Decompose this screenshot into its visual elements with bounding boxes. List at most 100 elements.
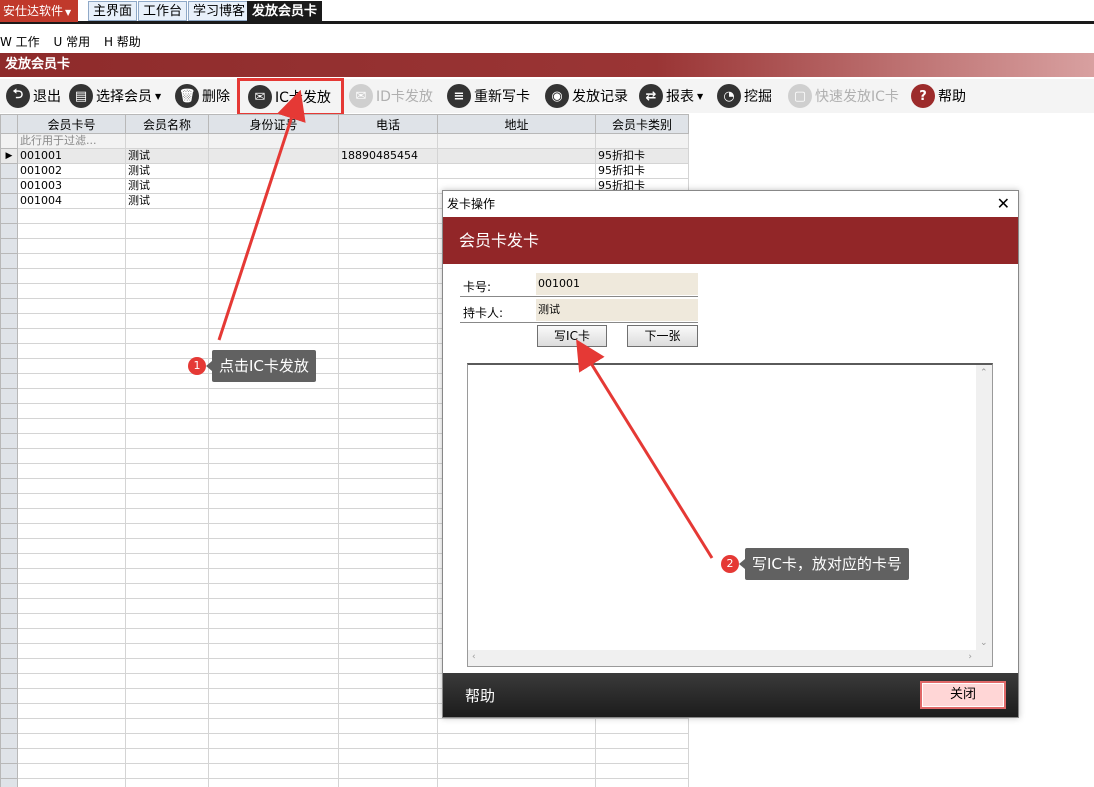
table-cell (17, 613, 126, 629)
table-cell[interactable] (338, 193, 438, 209)
filter-cell[interactable] (125, 133, 209, 149)
document-icon: ▤ (69, 84, 93, 108)
next-card-button[interactable]: 下一张 (627, 325, 698, 347)
row-header (0, 253, 18, 269)
id-card-issue-button[interactable]: ✉ ID卡发放 (349, 82, 433, 110)
ic-card-issue-button[interactable]: ✉ IC卡发放 (237, 78, 344, 116)
table-cell (208, 313, 339, 329)
tab-home[interactable]: 主界面 (88, 1, 138, 21)
table-cell (125, 763, 209, 779)
help-label: 帮助 (938, 89, 966, 105)
table-cell (208, 568, 339, 584)
table-cell[interactable]: 001004 (17, 193, 126, 209)
close-icon[interactable]: ✕ (997, 193, 1010, 215)
table-cell[interactable] (437, 163, 596, 179)
empty-row (0, 763, 689, 779)
table-cell[interactable] (208, 178, 339, 194)
issue-log-button[interactable]: ◉ 发放记录 (545, 82, 628, 110)
tab-workbench[interactable]: 工作台 (138, 1, 188, 21)
tab-issue-card[interactable]: 发放会员卡 (247, 1, 323, 23)
row-header (0, 583, 18, 599)
filter-cell[interactable] (595, 133, 689, 149)
filter-cell[interactable] (208, 133, 339, 149)
filter-row[interactable]: 此行用于过滤... (0, 133, 689, 149)
column-header[interactable]: 电话 (338, 114, 438, 134)
rewrite-card-button[interactable]: ≡ 重新写卡 (447, 82, 530, 110)
table-cell (125, 778, 209, 787)
table-cell (17, 388, 126, 404)
holder-field[interactable]: 测试 (536, 299, 698, 321)
table-row[interactable]: ▶ 001001 测试 18890485454 95折扣卡 (0, 148, 689, 164)
mail-icon: ✉ (349, 84, 373, 108)
row-header (0, 703, 18, 719)
table-cell[interactable] (208, 148, 339, 164)
menu-work[interactable]: W 工作 (0, 35, 40, 49)
scroll-left-icon[interactable]: ‹ (472, 652, 476, 662)
column-header[interactable]: 身份证号 (208, 114, 339, 134)
table-cell[interactable]: 测试 (125, 163, 209, 179)
table-cell[interactable]: 001003 (17, 178, 126, 194)
table-cell[interactable]: 95折扣卡 (595, 148, 689, 164)
help-button[interactable]: ? 帮助 (911, 82, 966, 110)
write-ic-card-button[interactable]: 写IC卡 (537, 325, 607, 347)
table-cell (125, 628, 209, 644)
table-cell (17, 208, 126, 224)
horizontal-scrollbar[interactable]: ‹ › (468, 650, 976, 666)
column-header[interactable]: 会员名称 (125, 114, 209, 134)
table-cell[interactable]: 测试 (125, 178, 209, 194)
exit-button[interactable]: ⮌ 退出 (6, 82, 61, 110)
app-menu-button[interactable]: 安仕达软件 ▼ (0, 0, 78, 22)
table-cell (338, 538, 438, 554)
menu-help[interactable]: H 帮助 (104, 35, 141, 49)
select-member-button[interactable]: ▤ 选择会员 ▼ (69, 82, 161, 110)
log-textarea[interactable]: ⌃ ⌄ ‹ › (467, 363, 993, 667)
table-cell[interactable]: 001002 (17, 163, 126, 179)
table-cell[interactable] (208, 193, 339, 209)
table-cell[interactable]: 001001 (17, 148, 126, 164)
column-header[interactable]: 会员卡类别 (595, 114, 689, 134)
vertical-scrollbar[interactable]: ⌃ ⌄ (976, 365, 992, 651)
table-cell (208, 718, 339, 734)
delete-button[interactable]: 🗑 删除 (175, 82, 230, 110)
menu-common[interactable]: U 常用 (54, 35, 91, 49)
report-button[interactable]: ⇄ 报表 ▼ (639, 82, 703, 110)
table-cell (338, 778, 438, 787)
trash-icon: 🗑 (175, 84, 199, 108)
table-cell (208, 688, 339, 704)
table-cell[interactable] (437, 148, 596, 164)
filter-cell[interactable] (437, 133, 596, 149)
row-header (0, 433, 18, 449)
table-row[interactable]: 001002 测试 95折扣卡 (0, 163, 689, 179)
table-cell[interactable]: 测试 (125, 148, 209, 164)
table-cell (338, 298, 438, 314)
help-icon: ? (911, 84, 935, 108)
table-cell (125, 583, 209, 599)
mine-button[interactable]: ◔ 挖掘 (717, 82, 772, 110)
table-cell[interactable] (338, 178, 438, 194)
table-cell[interactable]: 95折扣卡 (595, 163, 689, 179)
close-button[interactable]: 关闭 (920, 681, 1006, 709)
table-cell (338, 223, 438, 239)
column-header[interactable]: 会员卡号 (17, 114, 126, 134)
table-cell[interactable] (338, 163, 438, 179)
table-cell[interactable]: 测试 (125, 193, 209, 209)
filter-cell[interactable]: 此行用于过滤... (17, 133, 126, 149)
scroll-right-icon[interactable]: › (968, 652, 972, 662)
table-cell[interactable]: 18890485454 (338, 148, 438, 164)
table-cell (338, 208, 438, 224)
quick-ic-issue-button[interactable]: ▢ 快速发放IC卡 (788, 82, 899, 110)
table-cell (17, 523, 126, 539)
column-header[interactable]: 地址 (437, 114, 596, 134)
tab-blog[interactable]: 学习博客 (188, 1, 251, 21)
table-cell (338, 373, 438, 389)
filter-cell[interactable] (338, 133, 438, 149)
card-no-field[interactable]: 001001 (536, 273, 698, 295)
card-icon: ▢ (788, 84, 812, 108)
scroll-up-icon[interactable]: ⌃ (980, 368, 988, 378)
scroll-down-icon[interactable]: ⌄ (980, 638, 988, 648)
table-cell (17, 433, 126, 449)
table-cell[interactable] (208, 163, 339, 179)
table-cell (338, 328, 438, 344)
table-cell (125, 283, 209, 299)
dialog-help-link[interactable]: 帮助 (465, 685, 495, 706)
